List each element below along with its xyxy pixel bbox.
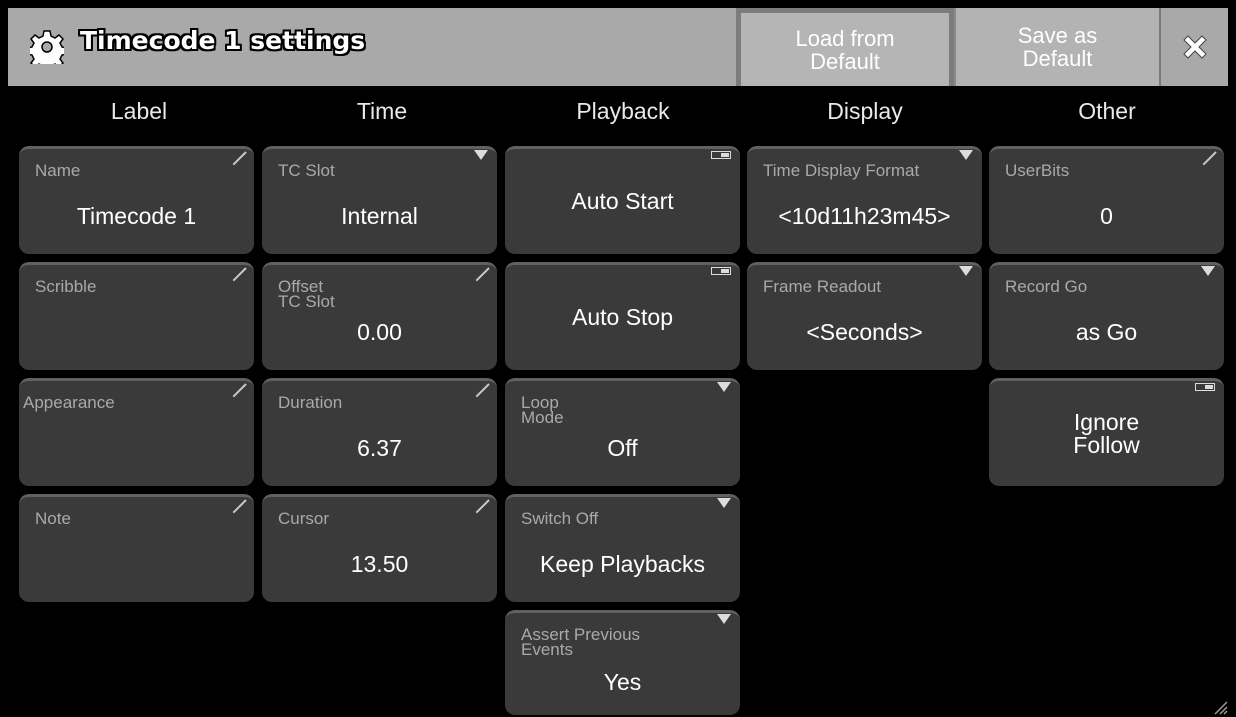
time-display-format-select[interactable]: Time Display Format <10d11h23m45> [747,146,982,254]
cursor-value: 13.50 [350,551,409,577]
duration-value: 6.37 [357,435,402,461]
edit-marker-icon [232,151,247,166]
userbits-label: UserBits [1005,161,1070,180]
edit-marker-icon [232,383,247,398]
edit-marker-icon [475,267,490,282]
name-field[interactable]: Name Timecode 1 [19,146,254,254]
assert-previous-events-label: Assert Previous Events [521,625,641,659]
auto-stop-toggle[interactable]: Auto Stop [505,262,740,370]
switch-off-value: Keep Playbacks [540,551,705,577]
title-bar: Timecode 1 settings Load from Default Sa… [8,8,1228,92]
switch-off-label: Switch Off [521,509,599,528]
dropdown-arrow-icon [959,150,973,160]
edit-marker-icon [475,499,490,514]
auto-stop-label: Auto Stop [571,304,674,330]
frame-readout-label: Frame Readout [763,277,882,296]
record-go-value: as Go [1075,319,1138,345]
note-label: Note [35,509,71,528]
auto-start-label: Auto Start [571,188,674,214]
tc-slot-label: TC Slot [278,161,335,180]
gear-icon [30,30,64,64]
note-field[interactable]: Note [19,494,254,602]
edit-marker-icon [232,267,247,282]
timecode-settings-window: Timecode 1 settings Load from Default Sa… [0,0,1236,717]
record-go-label: Record Go [1005,277,1088,296]
load-from-default-label: Load from Default [795,26,895,74]
loop-mode-select[interactable]: Loop Mode Off [505,378,740,486]
auto-start-toggle[interactable]: Auto Start [505,146,740,254]
dropdown-arrow-icon [717,382,731,392]
duration-field[interactable]: Duration 6.37 [262,378,497,486]
cursor-label: Cursor [278,509,330,528]
ignore-follow-label: Ignore Follow [1073,408,1140,458]
tc-slot-value: Internal [341,203,418,229]
loop-mode-value: Off [607,435,638,461]
offset-tc-slot-field[interactable]: Offset TC Slot 0.00 [262,262,497,370]
dropdown-arrow-icon [717,498,731,508]
frame-readout-select[interactable]: Frame Readout <Seconds> [747,262,982,370]
userbits-value: 0 [1100,203,1113,229]
name-value: Timecode 1 [76,203,197,229]
switch-off-select[interactable]: Switch Off Keep Playbacks [505,494,740,602]
frame-readout-value: <Seconds> [806,319,923,345]
dropdown-arrow-icon [1201,266,1215,276]
cursor-field[interactable]: Cursor 13.50 [262,494,497,602]
resize-grip-icon[interactable] [1210,697,1228,715]
save-as-default-label: Save as Default [1017,23,1098,71]
loop-mode-label: Loop Mode [521,393,564,427]
scribble-label: Scribble [35,277,97,296]
userbits-field[interactable]: UserBits 0 [989,146,1224,254]
column-header-label: Label [110,98,168,124]
column-header-display: Display [827,98,903,124]
ignore-follow-toggle[interactable]: Ignore Follow [989,378,1224,486]
scribble-field[interactable]: Scribble [19,262,254,370]
dropdown-arrow-icon [474,150,488,160]
appearance-field[interactable]: Appearance [19,378,254,486]
load-from-default-button[interactable]: Load from Default [736,8,954,92]
save-as-default-button[interactable]: Save as Default [954,8,1159,86]
offset-tc-slot-label: Offset TC Slot [278,277,335,311]
tc-slot-select[interactable]: TC Slot Internal [262,146,497,254]
assert-previous-events-select[interactable]: Assert Previous Events Yes [505,610,740,715]
column-header-other: Other [1078,98,1136,124]
edit-marker-icon [232,499,247,514]
edit-marker-icon [475,383,490,398]
name-label: Name [35,161,81,180]
edit-marker-icon [1202,151,1217,166]
dropdown-arrow-icon [959,266,973,276]
dropdown-arrow-icon [717,614,731,624]
close-button[interactable] [1159,8,1228,86]
time-display-format-value: <10d11h23m45> [778,203,951,229]
time-display-format-label: Time Display Format [763,161,920,180]
window-title: Timecode 1 settings [80,26,366,55]
duration-label: Duration [278,393,343,412]
close-icon [1182,35,1207,59]
column-header-time: Time [356,98,408,124]
offset-tc-slot-value: 0.00 [357,319,402,345]
record-go-select[interactable]: Record Go as Go [989,262,1224,370]
appearance-label: Appearance [23,393,115,412]
assert-previous-events-value: Yes [603,669,642,695]
column-header-playback: Playback [576,98,670,124]
